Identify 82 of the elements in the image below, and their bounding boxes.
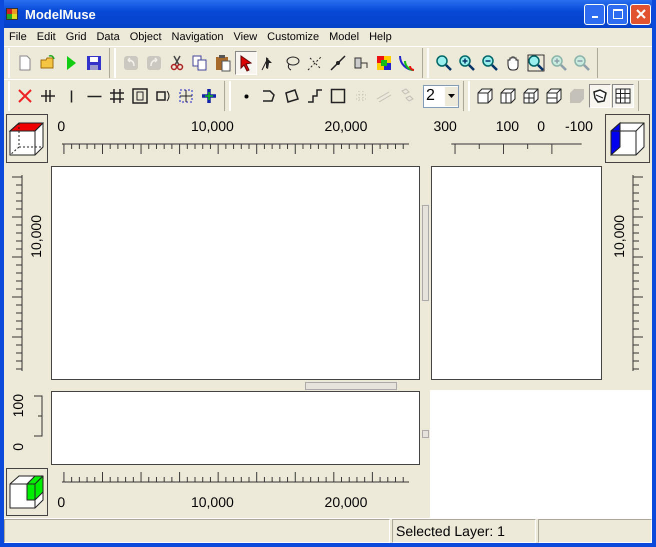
zoom-out-icon <box>481 54 499 72</box>
menu-item[interactable]: Customize <box>262 31 324 43</box>
front-view-pane[interactable] <box>51 391 420 465</box>
grid-icon <box>614 87 632 105</box>
ruler-label: 10,000 <box>28 215 44 258</box>
menu-item[interactable]: Data <box>91 31 125 43</box>
side-view-pane[interactable] <box>431 166 602 380</box>
minimize-button[interactable] <box>584 4 605 24</box>
ruler-label: 100 <box>10 394 26 418</box>
minimize-icon <box>592 16 598 18</box>
splitter-handle[interactable] <box>304 382 396 390</box>
ruler-label: 10,000 <box>610 215 626 258</box>
maximize-icon <box>612 9 622 19</box>
menu-item[interactable]: Navigation <box>166 31 229 43</box>
menu-item[interactable]: View <box>228 31 262 43</box>
menu-item[interactable]: File <box>4 31 32 43</box>
tool-icon <box>70 90 72 102</box>
tool-icon <box>39 87 57 105</box>
ruler-label: 300 <box>433 118 457 134</box>
floppy-icon <box>85 54 103 72</box>
dropdown-button[interactable] <box>445 86 458 106</box>
tool-icon <box>131 87 149 105</box>
top-view-button[interactable] <box>6 114 48 163</box>
cube-icon <box>499 87 517 105</box>
ruler-label: 0 <box>537 118 546 134</box>
tool-icon <box>86 94 102 98</box>
ruler-label: 0 <box>10 443 26 452</box>
tool-icon <box>591 87 609 105</box>
splitter-handle[interactable] <box>422 430 429 438</box>
ruler-label: 0 <box>57 494 66 510</box>
cube-icon <box>545 87 563 105</box>
tool-icon <box>329 87 347 105</box>
copy-icon <box>191 54 209 72</box>
clipboard-icon <box>214 54 232 72</box>
search-icon <box>435 54 453 72</box>
close-icon <box>636 9 646 19</box>
status-text: Selected Layer: 1 <box>392 519 536 543</box>
tool-icon <box>527 54 545 72</box>
tool-icon <box>329 54 347 72</box>
zoom-in-icon <box>458 54 476 72</box>
menu-item[interactable]: Grid <box>60 31 92 43</box>
caret-icon <box>448 94 455 98</box>
tool-icon <box>283 87 301 105</box>
menu-item[interactable]: Edit <box>32 31 61 43</box>
menu-item[interactable]: Model <box>324 31 364 43</box>
side-view-button[interactable] <box>605 114 650 163</box>
plus-icon <box>200 87 218 105</box>
menu-item[interactable]: Help <box>364 31 397 43</box>
scissors-icon <box>168 54 186 72</box>
ruler-label: 100 <box>496 118 520 134</box>
maximize-button[interactable] <box>607 4 628 24</box>
toolbar-button[interactable] <box>612 84 634 108</box>
undo-icon <box>122 54 140 72</box>
spin-field[interactable]: 2 <box>423 84 459 108</box>
tool-icon <box>108 87 126 105</box>
tool-icon <box>244 94 248 98</box>
ruler-label: 10,000 <box>190 118 234 134</box>
ruler-label: 10,000 <box>190 494 234 510</box>
app-icon <box>5 7 19 21</box>
cube-icon <box>522 87 540 105</box>
zoom-in-icon <box>550 54 568 72</box>
toolbar-button[interactable] <box>235 51 257 75</box>
redo-icon <box>145 54 163 72</box>
tool-icon <box>306 54 324 72</box>
ruler-label: -100 <box>564 118 593 134</box>
tool-icon <box>398 54 416 72</box>
window-title: ModelMuse <box>25 6 96 22</box>
tool-icon <box>306 87 324 105</box>
menu-item[interactable]: Object <box>124 31 167 43</box>
ruler-label: 20,000 <box>324 494 368 510</box>
close-button[interactable] <box>630 4 651 24</box>
cross-icon <box>16 87 34 105</box>
color-grid-icon <box>375 54 393 72</box>
splitter-handle[interactable] <box>422 205 429 301</box>
ruler-label: 20,000 <box>324 118 368 134</box>
cube-icon <box>476 87 494 105</box>
zoom-out-icon <box>573 54 591 72</box>
ruler-label: 0 <box>57 118 66 134</box>
toolbar-button[interactable] <box>589 84 611 108</box>
tool-icon <box>177 87 195 105</box>
cube-icon <box>568 87 586 105</box>
front-view-button[interactable] <box>6 468 48 516</box>
